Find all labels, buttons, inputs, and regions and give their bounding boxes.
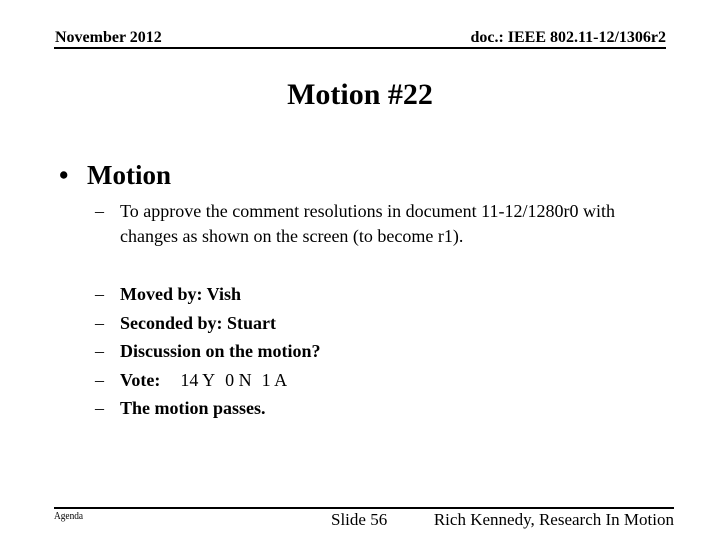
- motion-description-text: To approve the comment resolutions in do…: [120, 201, 615, 246]
- dash-icon: –: [95, 341, 104, 361]
- slide-number: Slide 56: [331, 510, 388, 529]
- slide-title: Motion #22: [287, 78, 433, 111]
- dash-icon: –: [95, 369, 104, 390]
- result-text: The motion passes.: [120, 398, 266, 418]
- header-date: November 2012: [55, 29, 162, 46]
- footer-divider: [54, 507, 674, 509]
- header-divider: [54, 47, 666, 49]
- list-item-discussion: – Discussion on the motion?: [95, 337, 321, 366]
- footer-section: Agenda: [54, 510, 84, 522]
- motion-description: – To approve the comment resolutions in d…: [95, 199, 660, 249]
- moved-by-text: Moved by: Vish: [120, 284, 242, 304]
- bullet-motion-label: Motion: [87, 160, 171, 190]
- motion-details-list: – Moved by: Vish – Seconded by: Stuart – Di…: [95, 280, 321, 423]
- footer-author: Rich Kennedy, Research In Motion: [433, 510, 674, 529]
- dash-icon: –: [95, 201, 104, 221]
- dash-icon: –: [95, 398, 104, 418]
- bullet-icon: •: [59, 160, 69, 190]
- list-item-result: – The motion passes.: [95, 394, 321, 423]
- seconded-by-text: Seconded by: Stuart: [120, 312, 277, 333]
- vote-yes: 14 Y: [180, 369, 216, 390]
- vote-label: Vote:: [120, 369, 161, 390]
- vote-abstain: 1 A: [261, 369, 288, 390]
- vote-no: 0 N: [225, 369, 252, 390]
- list-item-moved-by: – Moved by: Vish: [95, 280, 321, 309]
- discussion-text: Discussion on the motion?: [120, 341, 321, 361]
- dash-icon: –: [95, 284, 104, 304]
- list-item-seconded-by: – Seconded by: Stuart: [95, 309, 321, 338]
- list-item-vote: – Vote: 14 Y 0 N 1 A: [95, 366, 321, 395]
- header-doc-id: doc.: IEEE 802.11-12/1306r2: [470, 29, 666, 46]
- bullet-motion: • Motion: [59, 160, 171, 191]
- dash-icon: –: [95, 312, 104, 333]
